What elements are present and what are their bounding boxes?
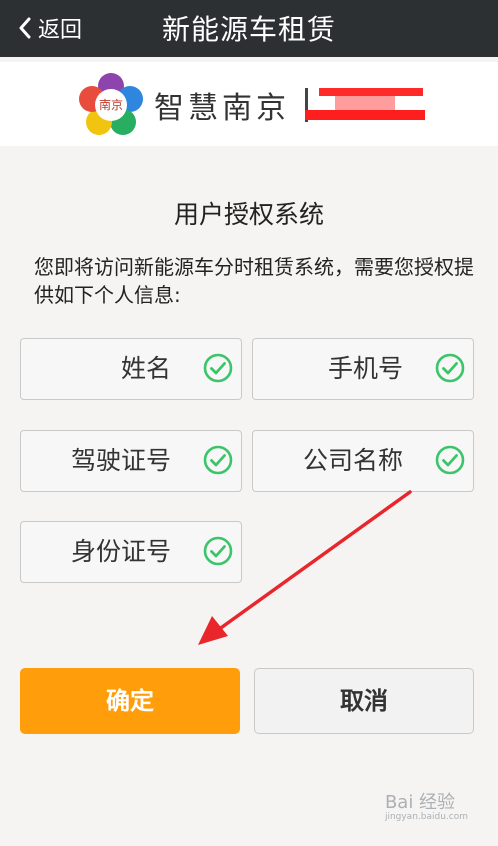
field-chip-company[interactable]: 公司名称 bbox=[252, 430, 474, 492]
emblem-text: 南京 bbox=[99, 97, 123, 112]
field-label: 姓名 bbox=[120, 354, 171, 383]
watermark: Bai 经验 jingyan.baidu.com bbox=[385, 788, 468, 822]
cancel-button[interactable]: 取消 bbox=[254, 668, 474, 734]
redacted-mark bbox=[305, 88, 425, 124]
check-circle-icon bbox=[203, 445, 233, 475]
watermark-sub: jingyan.baidu.com bbox=[384, 812, 468, 822]
page-title: 新能源车租赁 bbox=[161, 13, 336, 46]
field-label: 手机号 bbox=[327, 354, 403, 383]
field-chip-phone[interactable]: 手机号 bbox=[252, 338, 474, 400]
brand-logo: 南京 智慧南京 bbox=[78, 70, 290, 140]
field-label: 驾驶证号 bbox=[70, 446, 171, 475]
check-circle-icon bbox=[203, 536, 233, 566]
brand-banner: 南京 智慧南京 bbox=[0, 62, 498, 146]
watermark-text: Bai 经验 bbox=[384, 792, 456, 813]
field-chip-name[interactable]: 姓名 bbox=[20, 338, 242, 400]
check-circle-icon bbox=[435, 353, 465, 383]
field-label: 公司名称 bbox=[302, 446, 403, 475]
field-label: 身份证号 bbox=[70, 537, 171, 566]
brand-name: 智慧南京 bbox=[154, 91, 290, 126]
check-circle-icon bbox=[203, 353, 233, 383]
auth-description: 您即将访问新能源车分时租赁系统，需要您授权提供如下个人信息: bbox=[34, 255, 474, 307]
check-circle-icon bbox=[435, 445, 465, 475]
auth-heading: 用户授权系统 bbox=[173, 200, 324, 229]
confirm-button[interactable]: 确定 bbox=[20, 668, 240, 734]
top-nav-bar: 返回 新能源车租赁 bbox=[0, 0, 498, 57]
field-chip-license[interactable]: 驾驶证号 bbox=[20, 430, 242, 492]
flower-logo-icon: 南京 bbox=[79, 73, 143, 135]
field-chip-id[interactable]: 身份证号 bbox=[20, 521, 242, 583]
